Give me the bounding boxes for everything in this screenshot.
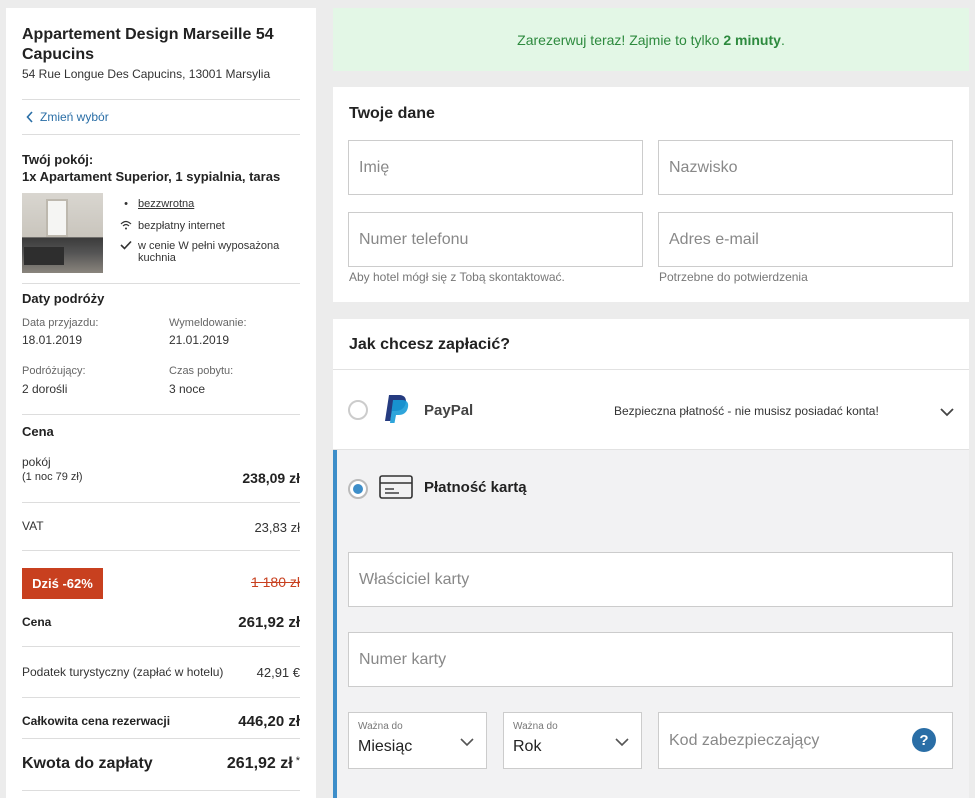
last-name-placeholder: Nazwisko [669,158,738,176]
divider [22,697,300,698]
phone-hint: Aby hotel mógł się z Tobą skontaktować. [349,270,565,284]
personal-data-title: Twoje dane [349,105,435,122]
divider [22,790,300,791]
expiry-month-caption: Ważna do [358,721,403,732]
banner-bold: 2 minuty [723,31,781,48]
divider [22,134,300,135]
chevron-down-icon [615,738,629,747]
email-field[interactable]: Adres e-mail [658,212,953,267]
booking-banner: Zarezerwuj teraz! Zajmie to tylko 2 minu… [333,8,969,71]
email-hint: Potrzebne do potwierdzenia [659,270,808,284]
old-price: 1 180 zł [250,574,300,590]
total-label: Całkowita cena rezerwacji [22,714,171,728]
feature-label: w cenie W pełni wyposażona kuchnia [138,240,280,264]
feature-internet: bezpłatny internet [120,220,225,232]
last-name-field[interactable]: Nazwisko [658,140,953,195]
room-photo [22,193,103,273]
stay-label: Czas pobytu: [169,365,234,377]
checkout-label: Wymeldowanie: [169,317,247,329]
banner-end: . [780,31,785,48]
price-title: Cena [22,424,54,439]
payment-title: Jak chcesz zapłacić? [349,336,510,353]
card-radio[interactable] [348,479,368,499]
tourist-tax-label: Podatek turystyczny (zapłać w hotelu) [22,665,224,679]
expiry-year-value: Rok [513,738,542,755]
guests-value: 2 dorośli [22,382,68,396]
room-price-label: pokój [22,455,51,469]
paypal-icon [385,395,409,423]
phone-field[interactable]: Numer telefonu [348,212,643,267]
payment-card: Jak chcesz zapłacić? PayPal Bezpieczna p… [333,319,969,798]
discount-badge: Dziś -62% [22,568,103,599]
room-heading-line1: Twój pokój: [22,152,94,167]
booking-summary-panel: Appartement Design Marseille 54 Capucins… [6,8,316,798]
card-owner-field[interactable]: Właściciel karty [348,552,953,607]
checkout-date: 21.01.2019 [169,333,230,347]
help-icon[interactable]: ? [912,728,936,752]
email-placeholder: Adres e-mail [669,230,759,248]
payment-option-card[interactable]: Płatność kartą [333,450,969,530]
room-heading-line2: 1x Apartament Superior, 1 sypialnia, tar… [22,169,281,184]
credit-card-icon [379,475,413,499]
wifi-icon [120,220,132,230]
price-value: 261,92 zł [238,614,300,631]
divider [22,738,300,739]
divider [22,99,300,100]
divider [22,283,300,284]
stay-value: 3 noce [169,382,206,396]
card-number-field[interactable]: Numer karty [348,632,953,687]
expiry-year-caption: Ważna do [513,721,558,732]
banner-text: Zarezerwuj teraz! Zajmie to tylko [517,31,720,48]
tourist-tax-value: 42,91 € [256,665,300,680]
paypal-note: Bezpieczna płatność - nie musisz posiada… [614,404,879,418]
divider [22,502,300,503]
first-name-field[interactable]: Imię [348,140,643,195]
security-code-field[interactable]: Kod zabezpieczający ? [658,712,953,769]
change-selection-link[interactable]: Zmień wybór [26,110,109,124]
amount-due-asterisk: * [295,755,300,767]
amount-due-value: 261,92 zł * [227,755,300,773]
feature-label: bezzwrotna [138,198,195,210]
vat-label: VAT [22,519,44,533]
room-heading: Twój pokój: 1x Apartament Superior, 1 sy… [22,151,280,185]
divider [22,646,300,647]
travel-dates-title: Daty podróży [22,291,105,306]
amount-due-label: Kwota do zapłaty [22,755,153,772]
feature-nonrefundable: • bezzwrotna [120,198,194,210]
checkin-date: 18.01.2019 [22,333,83,347]
security-code-placeholder: Kod zabezpieczający [669,731,820,749]
card-owner-placeholder: Właściciel karty [359,570,470,588]
room-price-sub: (1 noc 79 zł) [22,471,83,483]
price-label: Cena [22,615,52,629]
phone-placeholder: Numer telefonu [359,230,469,248]
feature-kitchen: w cenie W pełni wyposażona kuchnia [120,240,300,264]
personal-data-card: Twoje dane Imię Nazwisko Numer telefonu … [333,87,969,302]
chevron-down-icon [460,738,474,747]
hotel-address: 54 Rue Longue Des Capucins, 13001 Marsyl… [22,67,271,81]
total-value: 446,20 zł [238,713,300,730]
chevron-left-icon [26,111,33,123]
room-price-value: 238,09 zł [242,470,300,486]
change-selection-label: Zmień wybór [40,110,109,124]
first-name-placeholder: Imię [359,158,390,176]
paypal-radio[interactable] [348,400,368,420]
expiry-month-select[interactable]: Ważna do Miesiąc [348,712,487,769]
expiry-month-value: Miesiąc [358,738,413,755]
card-label: Płatność kartą [424,479,527,496]
feature-label: bezpłatny internet [138,220,225,232]
check-icon [120,240,132,250]
divider [22,550,300,551]
paypal-label: PayPal [424,402,474,419]
guests-label: Podróżujący: [22,365,86,377]
amount-due: 261,92 zł [226,755,293,772]
payment-option-paypal[interactable]: PayPal Bezpieczna płatność - nie musisz … [333,370,969,450]
vat-value: 23,83 zł [254,520,300,535]
expiry-year-select[interactable]: Ważna do Rok [503,712,642,769]
hotel-name: Appartement Design Marseille 54 Capucins [22,26,274,63]
checkin-label: Data przyjazdu: [22,317,99,329]
chevron-down-icon[interactable] [940,408,954,417]
card-number-placeholder: Numer karty [359,650,447,668]
divider [22,414,300,415]
bullet-icon: • [124,198,128,210]
